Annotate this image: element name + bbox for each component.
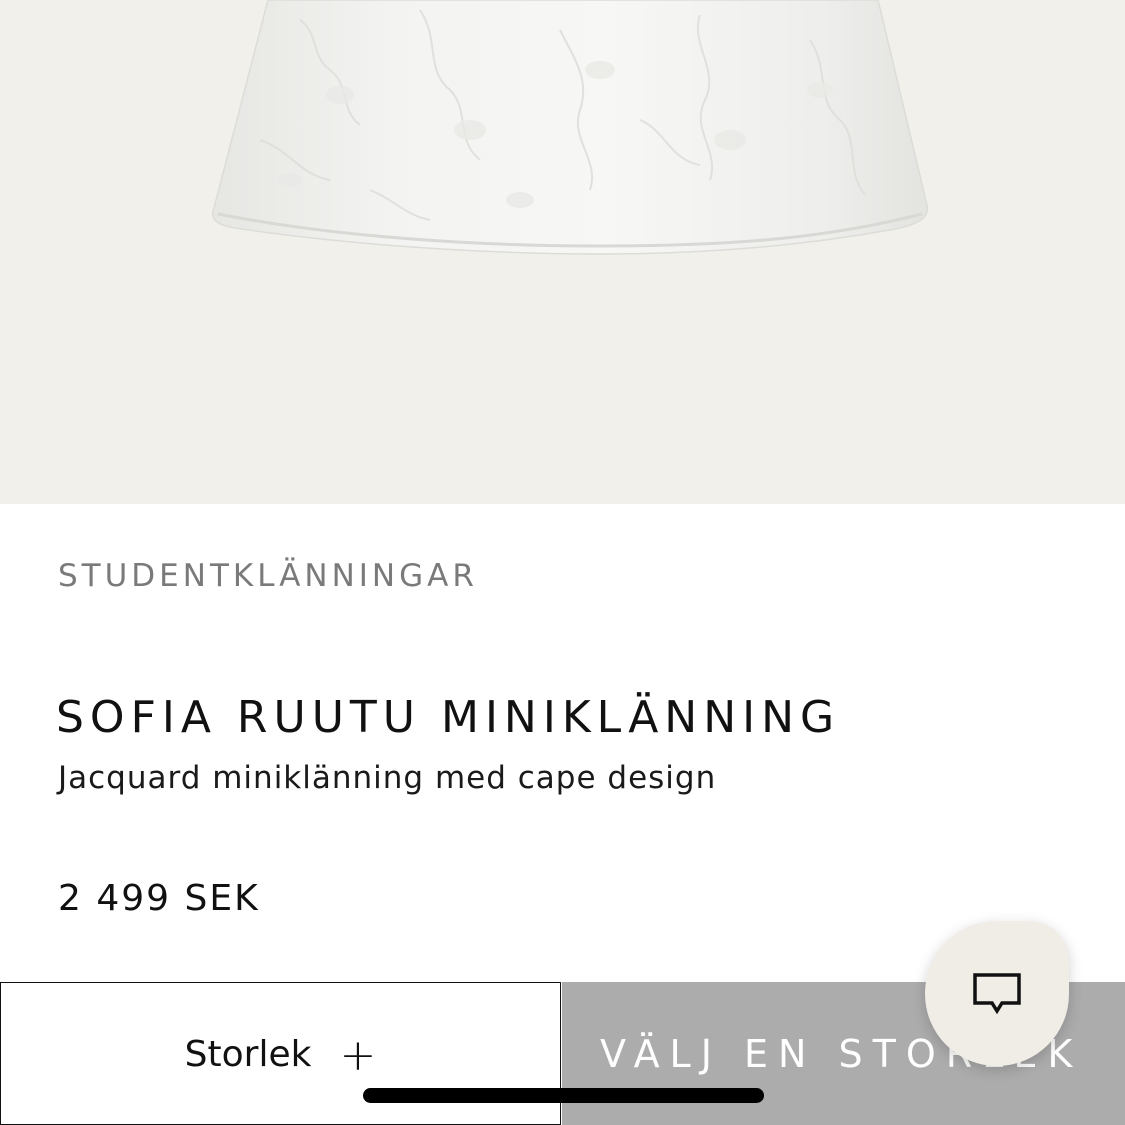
chat-bubble-icon [973, 972, 1021, 1014]
product-image[interactable] [0, 0, 1125, 504]
size-selector-button[interactable]: Storlek + [0, 982, 561, 1125]
home-indicator [363, 1088, 764, 1103]
product-page: STUDENTKLÄNNINGAR SOFIA RUUTU MINIKLÄNNI… [0, 0, 1125, 1125]
size-selector-label: Storlek [184, 1034, 312, 1075]
product-price: 2 499 SEK [58, 878, 260, 919]
product-title: SOFIA RUUTU MINIKLÄNNING [56, 692, 841, 743]
product-category: STUDENTKLÄNNINGAR [58, 558, 478, 594]
dress-skirt-illustration [212, 0, 929, 255]
chat-button[interactable] [925, 921, 1069, 1066]
product-subtitle: Jacquard miniklänning med cape design [58, 760, 717, 796]
plus-icon: + [339, 1029, 377, 1081]
